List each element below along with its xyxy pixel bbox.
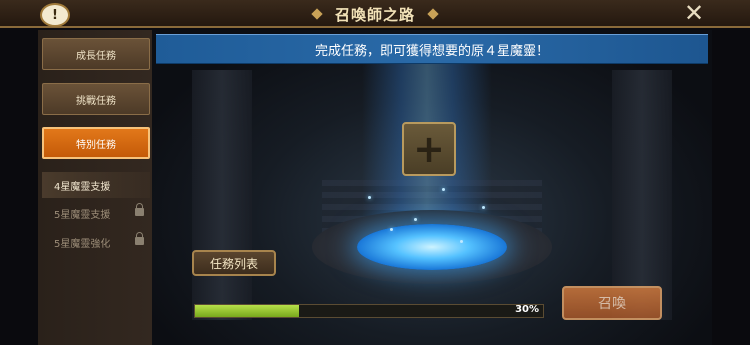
sub-item-label: 4星魔靈支援: [54, 181, 111, 193]
summon-portal: [357, 224, 507, 270]
tab-growth-missions[interactable]: 成長任務: [42, 38, 150, 70]
summon-button[interactable]: 召喚: [562, 286, 662, 320]
sparkle: [414, 218, 417, 221]
sub-item-label: 5星魔靈強化: [54, 238, 111, 250]
stone-pillar-right: [612, 70, 672, 320]
tab-challenge-missions[interactable]: 挑戰任務: [42, 83, 150, 115]
mission-banner: 完成任務，即可獲得想要的原４星魔靈！: [156, 34, 708, 64]
monster-slot[interactable]: +: [402, 122, 456, 176]
diamond-ornament-icon: [427, 8, 439, 20]
right-margin: [712, 30, 750, 345]
sidebar: 成長任務 挑戰任務 特別任務 4星魔靈支援 5星魔靈支援 5星魔靈強化: [38, 30, 152, 345]
lock-icon: [135, 232, 144, 245]
close-icon[interactable]: ✕: [682, 1, 706, 25]
left-margin: [0, 30, 38, 345]
sub-item-5star-support[interactable]: 5星魔靈支援: [42, 200, 150, 226]
summon-scene: 完成任務，即可獲得想要的原４星魔靈！ + 任務列表 30% 召喚: [152, 30, 712, 345]
stone-pillar-left: [192, 70, 252, 320]
plus-icon: +: [413, 127, 445, 171]
page-title-text: 召喚師之路: [334, 6, 415, 24]
diamond-ornament-icon: [311, 8, 323, 20]
sub-item-label: 5星魔靈支援: [54, 209, 111, 221]
title-bar: ! 召喚師之路 ✕: [0, 0, 750, 28]
sparkle: [368, 196, 371, 199]
lock-icon: [135, 203, 144, 216]
sub-item-4star-support[interactable]: 4星魔靈支援: [42, 172, 150, 198]
progress-fill: [195, 305, 300, 317]
progress-label: 30%: [515, 304, 539, 315]
sparkle: [442, 188, 445, 191]
mission-list-button[interactable]: 任務列表: [192, 250, 276, 276]
mission-progress-bar: 30%: [194, 304, 544, 318]
tab-special-missions[interactable]: 特別任務: [42, 127, 150, 159]
sparkle: [460, 240, 463, 243]
sub-item-5star-enhance[interactable]: 5星魔靈強化: [42, 229, 150, 255]
sparkle: [482, 206, 485, 209]
page-title: 召喚師之路: [0, 4, 750, 25]
sparkle: [390, 228, 393, 231]
